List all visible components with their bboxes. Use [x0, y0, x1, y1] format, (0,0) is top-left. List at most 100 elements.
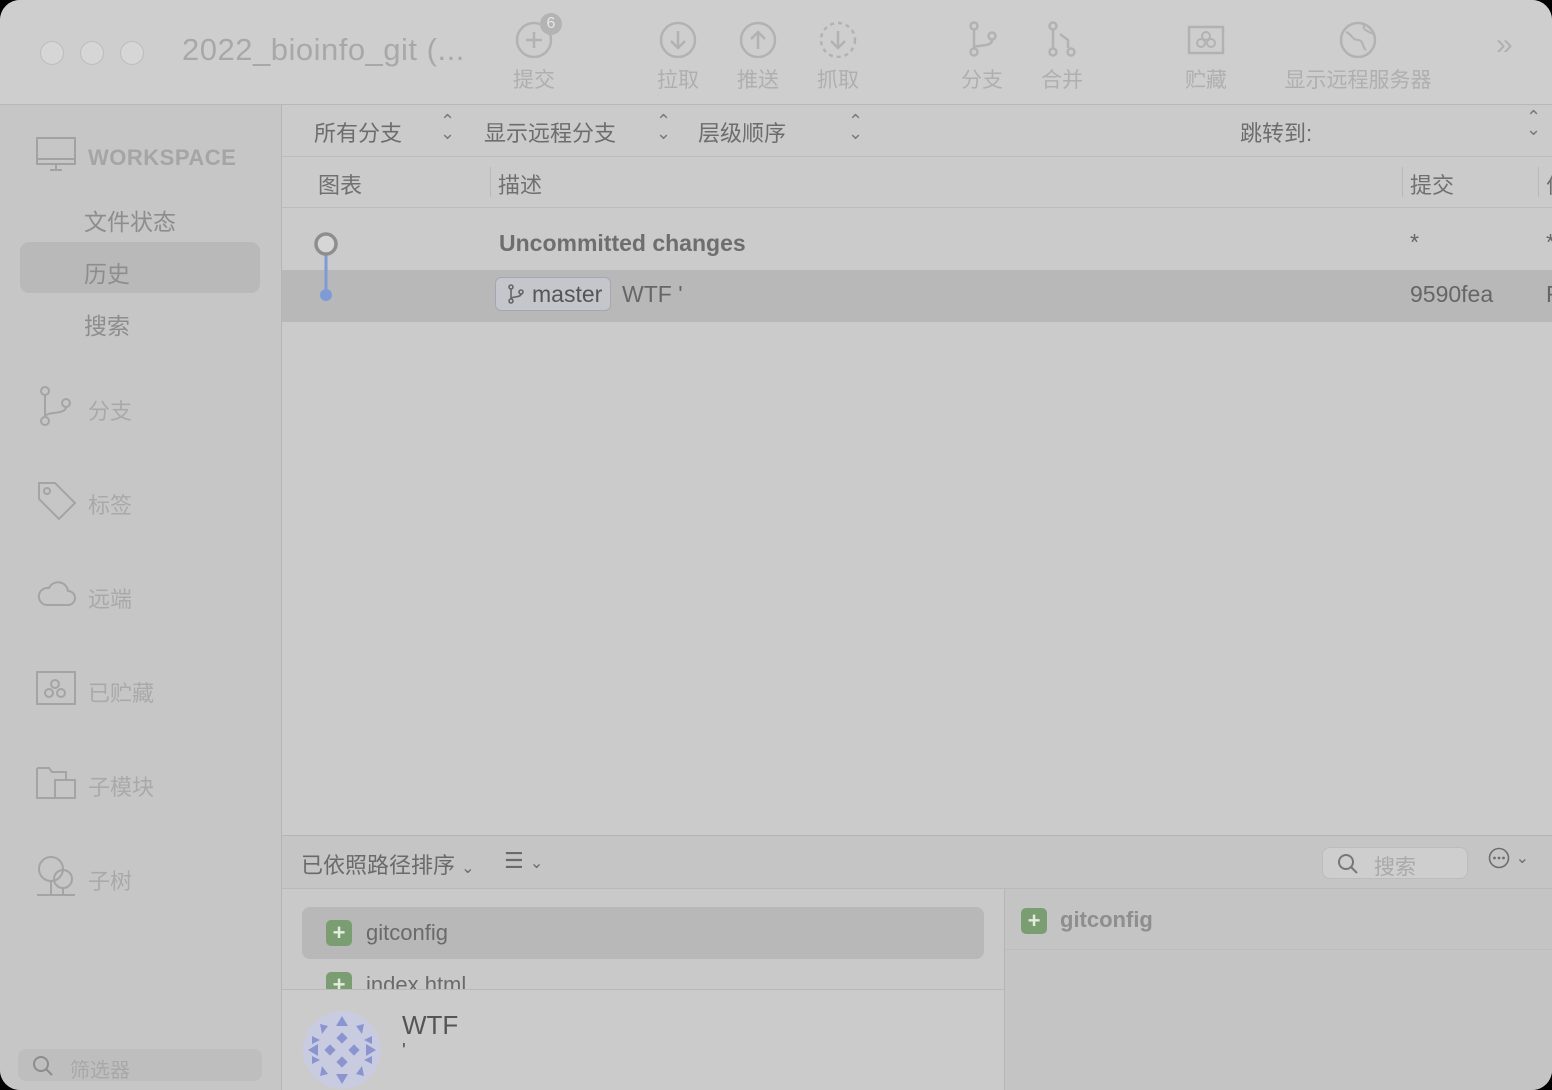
show-remote-server-button[interactable]: 显示远程服务器 — [1276, 18, 1440, 94]
file-name: index.html — [366, 972, 467, 989]
diff-file-header: + gitconfig — [1005, 889, 1552, 950]
merge-icon — [1048, 21, 1076, 57]
graph-node-commit — [320, 289, 332, 301]
column-graph[interactable]: 图表 — [318, 168, 362, 200]
push-button[interactable]: 推送 — [718, 18, 798, 94]
cloud-icon — [37, 581, 76, 606]
app-window: 2022_bioinfo_git (... 6 提交 拉取 推送 抓取 分支 合… — [0, 0, 1552, 1090]
chevron-down-icon: ⌄ — [1515, 850, 1529, 867]
zoom-window-button[interactable] — [120, 41, 144, 65]
branch-tag-master[interactable]: master — [495, 277, 612, 311]
branches-icon — [40, 386, 71, 426]
stash-icon — [36, 671, 76, 705]
author-avatar-identicon — [303, 1011, 381, 1089]
search-icon — [33, 1056, 53, 1076]
commit-hash: * — [1410, 229, 1419, 255]
close-window-button[interactable] — [40, 41, 64, 65]
globe-icon — [1339, 21, 1377, 58]
window-title: 2022_bioinfo_git (... — [182, 32, 465, 67]
sidebar-item-file-status[interactable]: 文件状态 — [84, 203, 176, 237]
commit-message: WTF ' — [622, 281, 683, 307]
stash-button[interactable]: 贮藏 — [1166, 18, 1246, 94]
commit-row-uncommitted[interactable]: Uncommitted changes * * — [282, 218, 1552, 270]
branch-icon — [969, 21, 997, 57]
updown-chevron-icon: ⌃ ⌄ — [656, 111, 672, 143]
history-filter-bar: 所有分支 ⌃ ⌄ 显示远程分支 ⌃ ⌄ 层级顺序 ⌃ ⌄ 跳转到: ⌃ ⌄ — [282, 105, 1552, 157]
chevron-down-icon: ⌄ — [461, 860, 475, 877]
history-column-header: 图表 描述 提交 作 — [282, 157, 1552, 208]
sidebar-section-tags[interactable]: 标签 — [88, 488, 132, 520]
commit-hash: 9590fea — [1410, 281, 1494, 307]
stash-label: 贮藏 — [1185, 69, 1227, 92]
column-divider[interactable] — [490, 167, 491, 197]
chevron-down-icon: ⌄ — [529, 855, 544, 872]
sidebar-filter-field[interactable]: 筛选器 — [18, 1049, 262, 1082]
branch-label: 分支 — [961, 69, 1003, 92]
order-select[interactable]: 层级顺序 — [698, 116, 786, 148]
sidebar: WORKSPACE 文件状态 历史 搜索 分支 标签 远端 已贮藏 子模块 子树… — [0, 105, 282, 1090]
commit-count-badge: 6 — [540, 13, 562, 35]
branch-scope-select[interactable]: 所有分支 — [314, 116, 402, 148]
commit-details-panel: 已依照路径排序 ⌄ ☰ ⌄ 搜索 ⌄ + gitconfig + index.h… — [282, 835, 1552, 1090]
sidebar-item-search[interactable]: 搜索 — [84, 307, 130, 341]
column-divider[interactable] — [1538, 167, 1539, 197]
sort-by-path-label: 已依照路径排序 — [301, 853, 456, 878]
search-icon — [1338, 854, 1358, 874]
toolbar-overflow-chevron-icon[interactable]: » — [1496, 28, 1513, 62]
graph-node-uncommitted — [314, 232, 338, 256]
filter-placeholder: 筛选器 — [70, 1060, 130, 1082]
show-remote-branches-select[interactable]: 显示远程分支 — [484, 116, 616, 148]
pull-button[interactable]: 拉取 — [638, 18, 718, 94]
updown-chevron-icon: ⌃ ⌄ — [848, 111, 864, 143]
commit-message-body: ' — [402, 1040, 406, 1062]
file-row-index-html[interactable]: + index.html — [302, 959, 984, 989]
merge-button[interactable]: 合并 — [1022, 18, 1102, 94]
sort-by-path-menu[interactable]: 已依照路径排序 ⌄ — [301, 848, 475, 880]
sidebar-section-branches[interactable]: 分支 — [88, 394, 132, 426]
fetch-button[interactable]: 抓取 — [798, 18, 878, 94]
commit-button[interactable]: 6 提交 — [494, 13, 574, 94]
jump-to-select[interactable]: 跳转到: — [1240, 116, 1312, 148]
file-row-gitconfig[interactable]: + gitconfig — [302, 907, 984, 959]
fetch-dashed-arrow-icon — [819, 21, 857, 58]
sidebar-section-submodules[interactable]: 子模块 — [88, 770, 154, 802]
search-placeholder: 搜索 — [1374, 856, 1416, 879]
sidebar-section-subtrees[interactable]: 子树 — [88, 864, 132, 896]
branch-button[interactable]: 分支 — [942, 18, 1022, 94]
minimize-window-button[interactable] — [80, 41, 104, 65]
push-arrow-up-icon — [739, 21, 777, 58]
file-added-icon: + — [1021, 908, 1047, 934]
file-added-icon: + — [326, 920, 352, 946]
uncommitted-changes-label: Uncommitted changes — [499, 230, 746, 256]
updown-chevron-icon: ⌃ ⌄ — [1526, 107, 1542, 139]
stash-box-icon — [1187, 25, 1225, 55]
commit-message-title: WTF — [402, 1010, 459, 1040]
file-added-icon: + — [326, 972, 352, 989]
diff-file-name: gitconfig — [1060, 907, 1153, 932]
tag-icon — [38, 482, 77, 521]
file-search-field[interactable]: 搜索 — [1322, 847, 1468, 879]
commit-graph — [314, 232, 338, 301]
column-author[interactable]: 作 — [1546, 168, 1552, 200]
column-description[interactable]: 描述 — [498, 168, 542, 200]
changed-files-list: + gitconfig + index.html — [282, 889, 1004, 989]
list-icon: ☰ — [504, 848, 524, 873]
commit-label: 提交 — [513, 69, 555, 92]
submodule-folder-icon — [36, 767, 76, 799]
more-options-menu[interactable]: ⌄ — [1488, 846, 1529, 869]
pull-label: 拉取 — [657, 69, 699, 92]
workspace-heading: WORKSPACE — [88, 145, 237, 170]
show-remote-server-label: 显示远程服务器 — [1284, 69, 1432, 92]
view-mode-menu[interactable]: ☰ ⌄ — [504, 848, 543, 874]
sidebar-section-stashes[interactable]: 已贮藏 — [88, 676, 154, 708]
column-commit[interactable]: 提交 — [1410, 168, 1454, 200]
sidebar-item-history[interactable]: 历史 — [84, 255, 130, 289]
history-panel: 所有分支 ⌃ ⌄ 显示远程分支 ⌃ ⌄ 层级顺序 ⌃ ⌄ 跳转到: ⌃ ⌄ 图表 描述 … — [282, 105, 1552, 835]
column-divider[interactable] — [1402, 167, 1403, 197]
commit-row-master[interactable]: master WTF ' 9590fea F — [282, 270, 1552, 322]
commit-author: F — [1546, 281, 1552, 308]
branch-icon — [508, 284, 524, 304]
subtree-icon — [37, 856, 75, 896]
commit-info: WTF ' — [282, 989, 1004, 1090]
sidebar-section-remotes[interactable]: 远端 — [88, 582, 132, 614]
